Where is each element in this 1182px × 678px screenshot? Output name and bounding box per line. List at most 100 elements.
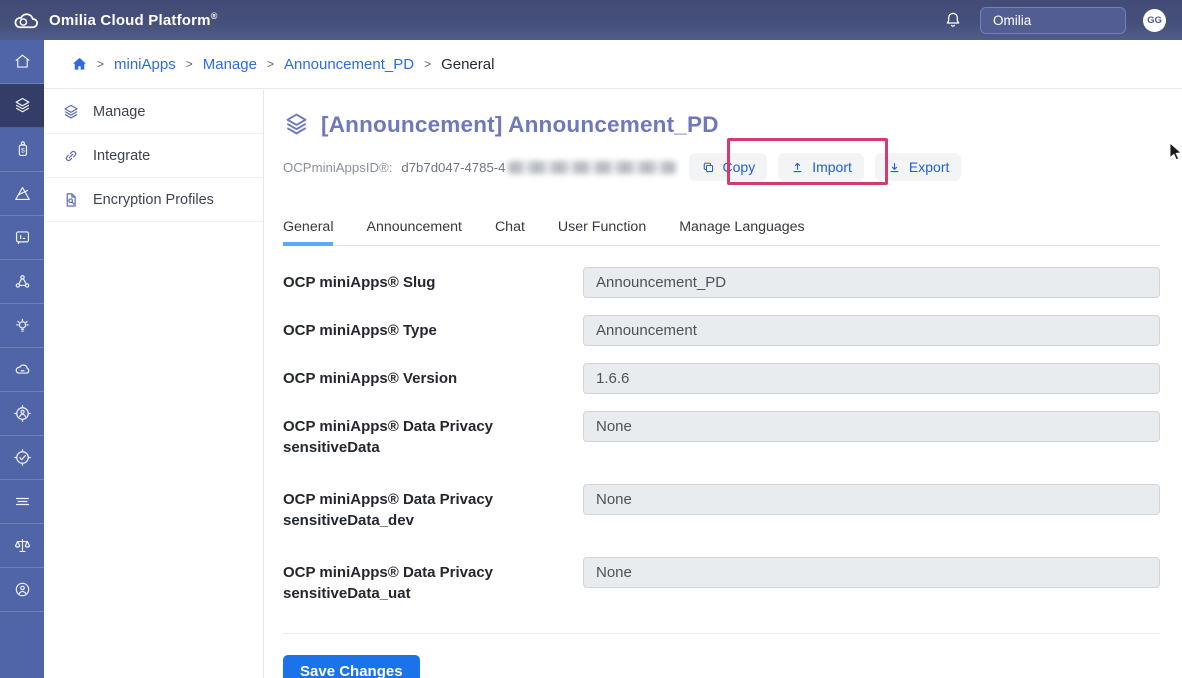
screen: Omilia Cloud Platform® Omilia GG $ bbox=[0, 0, 1182, 678]
breadcrumb-separator: > bbox=[97, 57, 104, 71]
sensitive-data-field[interactable] bbox=[583, 411, 1160, 442]
compliance-scales-icon bbox=[13, 536, 32, 555]
sidebar-item-label: Manage bbox=[93, 104, 145, 120]
miniapps-layers-icon bbox=[13, 96, 32, 115]
import-button[interactable]: Import bbox=[778, 153, 864, 181]
field-label: OCP miniApps® Data Privacy sensitiveData… bbox=[283, 484, 583, 531]
sensitive-data-dev-field[interactable] bbox=[583, 484, 1160, 515]
save-changes-button[interactable]: Save Changes bbox=[283, 655, 420, 678]
page-title: [Announcement] Announcement_PD bbox=[321, 112, 719, 138]
topbar: Omilia Cloud Platform® Omilia GG bbox=[0, 0, 1182, 40]
breadcrumb-link-announcement-pd[interactable]: Announcement_PD bbox=[284, 56, 414, 73]
miniapp-id-label: OCPminiAppsID®: bbox=[283, 160, 392, 175]
console-chat-icon bbox=[13, 228, 32, 247]
form-row-sensitive-data: OCP miniApps® Data Privacy sensitiveData bbox=[283, 411, 1160, 458]
rail-item-billing[interactable]: $ bbox=[0, 128, 44, 172]
upload-icon bbox=[790, 160, 805, 175]
billing-icon: $ bbox=[13, 140, 32, 159]
rail-item-agent-settings[interactable] bbox=[0, 392, 44, 436]
tab-announcement[interactable]: Announcement bbox=[366, 219, 461, 245]
footer-divider bbox=[283, 633, 1160, 634]
org-selector[interactable]: Omilia bbox=[980, 7, 1126, 34]
notifications-bell-icon[interactable] bbox=[943, 10, 963, 30]
breadcrumb-separator: > bbox=[424, 57, 431, 71]
rail-item-home[interactable] bbox=[0, 40, 44, 84]
rail-item-queues[interactable] bbox=[0, 480, 44, 524]
breadcrumb-home-icon[interactable] bbox=[72, 57, 87, 71]
breadcrumb: > miniApps > Manage > Announcement_PD > … bbox=[44, 40, 1182, 89]
rail-item-analytics[interactable] bbox=[0, 172, 44, 216]
miniapp-id-value: d7b7d047-4785-4 bbox=[401, 160, 505, 175]
export-button-label: Export bbox=[909, 159, 949, 175]
cloud-logo-icon bbox=[13, 12, 40, 29]
breadcrumb-link-miniapps[interactable]: miniApps bbox=[114, 56, 176, 73]
field-label: OCP miniApps® Data Privacy sensitiveData bbox=[283, 411, 583, 458]
title-row: [Announcement] Announcement_PD bbox=[283, 111, 1160, 138]
rail-item-console[interactable] bbox=[0, 216, 44, 260]
home-icon bbox=[13, 52, 32, 71]
sidebar-item-encryption-profiles[interactable]: Encryption Profiles bbox=[44, 178, 263, 222]
copy-button[interactable]: Copy bbox=[689, 153, 768, 181]
export-button[interactable]: Export bbox=[875, 153, 961, 181]
tab-general[interactable]: General bbox=[283, 219, 333, 245]
type-field[interactable] bbox=[583, 315, 1160, 346]
sidebar-item-label: Encryption Profiles bbox=[93, 192, 214, 208]
sidebar-item-manage[interactable]: Manage bbox=[44, 90, 263, 134]
insights-bulb-icon bbox=[13, 316, 32, 335]
breadcrumb-separator: > bbox=[267, 57, 274, 71]
sensitive-data-uat-field[interactable] bbox=[583, 557, 1160, 588]
encryption-profile-icon bbox=[62, 191, 80, 209]
brand-registered-mark: ® bbox=[211, 11, 218, 21]
miniapp-id-redacted bbox=[508, 161, 676, 174]
miniapp-layers-icon bbox=[283, 111, 310, 138]
tab-user-function[interactable]: User Function bbox=[558, 219, 646, 245]
copy-icon bbox=[701, 160, 716, 175]
brand-title: Omilia Cloud Platform® bbox=[49, 11, 218, 29]
rail-item-orchestrator[interactable] bbox=[0, 260, 44, 304]
sidebar-item-integrate[interactable]: Integrate bbox=[44, 134, 263, 178]
field-label: OCP miniApps® Version bbox=[283, 363, 583, 389]
tab-bar: General Announcement Chat User Function … bbox=[283, 219, 1160, 246]
form-row-sensitive-data-uat: OCP miniApps® Data Privacy sensitiveData… bbox=[283, 557, 1160, 604]
rail-item-cloud-services[interactable] bbox=[0, 348, 44, 392]
breadcrumb-separator: > bbox=[186, 57, 193, 71]
slug-field[interactable] bbox=[583, 267, 1160, 298]
agent-settings-gear-icon bbox=[13, 404, 32, 423]
form-row-type: OCP miniApps® Type bbox=[283, 315, 1160, 346]
form-row-sensitive-data-dev: OCP miniApps® Data Privacy sensitiveData… bbox=[283, 484, 1160, 531]
import-button-label: Import bbox=[812, 159, 852, 175]
field-label: OCP miniApps® Data Privacy sensitiveData… bbox=[283, 557, 583, 604]
field-label: OCP miniApps® Slug bbox=[283, 267, 583, 293]
org-selector-value: Omilia bbox=[993, 13, 1031, 28]
analytics-prism-icon bbox=[13, 184, 32, 203]
breadcrumb-link-manage[interactable]: Manage bbox=[203, 56, 257, 73]
rail-item-miniapps[interactable] bbox=[0, 84, 44, 128]
main-content: [Announcement] Announcement_PD OCPminiAp… bbox=[264, 90, 1182, 678]
icon-rail: $ bbox=[0, 40, 44, 678]
breadcrumb-current: General bbox=[441, 56, 494, 73]
rail-item-support[interactable] bbox=[0, 568, 44, 612]
form-row-version: OCP miniApps® Version bbox=[283, 363, 1160, 394]
form-row-slug: OCP miniApps® Slug bbox=[283, 267, 1160, 298]
cloud-services-icon bbox=[13, 360, 32, 379]
rail-item-quality[interactable] bbox=[0, 436, 44, 480]
side-nav: Manage Integrate Encryption Profiles bbox=[44, 90, 264, 678]
layers-icon bbox=[62, 103, 80, 121]
link-icon bbox=[62, 147, 80, 165]
rail-item-compliance[interactable] bbox=[0, 524, 44, 568]
copy-button-label: Copy bbox=[723, 159, 756, 175]
version-field[interactable] bbox=[583, 363, 1160, 394]
queues-stack-icon bbox=[13, 492, 32, 511]
tab-manage-languages[interactable]: Manage Languages bbox=[679, 219, 804, 245]
avatar[interactable]: GG bbox=[1143, 9, 1166, 32]
quality-check-badge-icon bbox=[13, 448, 32, 467]
rail-item-insights[interactable] bbox=[0, 304, 44, 348]
brand: Omilia Cloud Platform® bbox=[13, 11, 218, 29]
sidebar-item-label: Integrate bbox=[93, 148, 150, 164]
download-icon bbox=[887, 160, 902, 175]
tab-chat[interactable]: Chat bbox=[495, 219, 525, 245]
svg-text:$: $ bbox=[21, 148, 25, 155]
orchestrator-nodes-icon bbox=[13, 272, 32, 291]
support-user-circle-icon bbox=[13, 580, 32, 599]
field-label: OCP miniApps® Type bbox=[283, 315, 583, 341]
